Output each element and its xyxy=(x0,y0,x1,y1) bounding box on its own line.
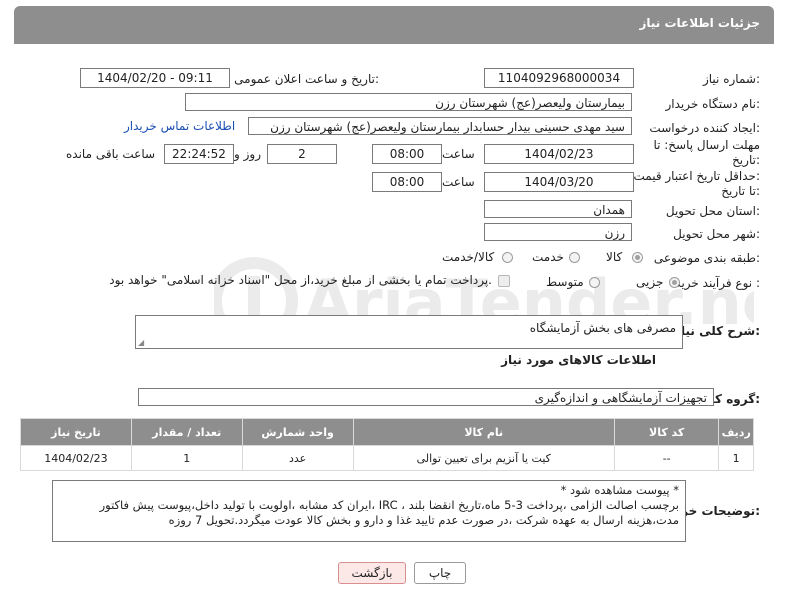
reply-time-field: 08:00 xyxy=(372,144,442,164)
category-option-service: خدمت xyxy=(532,250,564,264)
buyer-notes-textarea: * پیوست مشاهده شود * ایران کد مشابه ،اول… xyxy=(52,480,686,542)
col-header-name: نام کالا xyxy=(352,418,615,446)
creator-label: ایجاد کننده درخواست: xyxy=(649,121,760,135)
category-radio-goods-service[interactable] xyxy=(502,252,513,263)
province-label: استان محل تحویل: xyxy=(665,204,760,218)
cell-code: -- xyxy=(613,445,720,471)
col-header-code: کد کالا xyxy=(613,418,720,446)
price-deadline-label-2: تا تاریخ: xyxy=(721,184,760,198)
buyer-notes-line-2: ایران کد مشابه ،اولویت با تولید داخل،پیو… xyxy=(99,498,679,512)
days-label: روز و xyxy=(234,147,261,161)
category-option-goods: کالا xyxy=(606,250,623,264)
treasury-payment-checkbox[interactable] xyxy=(498,275,510,287)
col-header-need-date: تاریخ نیاز xyxy=(20,418,132,446)
print-button[interactable]: چاپ xyxy=(414,562,466,584)
description-label: شرح کلی نیاز: xyxy=(674,324,760,338)
col-header-row-number: ردیف xyxy=(718,418,754,446)
category-option-goods-service: کالا/خدمت xyxy=(442,250,495,264)
process-option-minor: جزیی xyxy=(636,275,664,289)
reply-deadline-label: مهلت ارسال پاسخ: تا xyxy=(653,138,760,152)
process-type-label: نوع فرآیند خرید : xyxy=(675,276,760,290)
days-remaining-field: 2 xyxy=(267,144,337,164)
cell-unit: عدد xyxy=(241,445,354,471)
announce-datetime-label: تاریخ و ساعت اعلان عمومی: xyxy=(234,72,379,86)
back-button[interactable]: بازگشت xyxy=(338,562,406,584)
col-header-unit: واحد شمارش xyxy=(241,418,354,446)
panel-header: جزئیات اطلاعات نیاز xyxy=(14,6,774,44)
description-textarea: مصرفی های بخش آزمایشگاه ◢ xyxy=(135,315,683,349)
category-radio-service[interactable] xyxy=(569,252,580,263)
price-deadline-label: حداقل تاریخ اعتبار قیمت: xyxy=(633,169,760,183)
resize-grip-icon: ◢ xyxy=(138,338,145,347)
cell-need-date: 1404/02/23 xyxy=(20,445,132,471)
city-field: رزن xyxy=(484,223,632,241)
buyer-org-label: نام دستگاه خریدار: xyxy=(665,97,761,111)
description-text: مصرفی های بخش آزمایشگاه xyxy=(529,321,676,335)
need-number-field: 1104092968000034 xyxy=(484,68,634,88)
reply-deadline-label-2: تاریخ: xyxy=(732,153,760,167)
reply-date-field: 1404/02/23 xyxy=(484,144,634,164)
price-time-label: ساعت xyxy=(442,175,475,189)
province-field: همدان xyxy=(484,200,632,218)
announce-datetime-field: 1404/02/20 - 09:11 xyxy=(80,68,230,88)
need-number-label: شماره نیاز: xyxy=(702,72,760,86)
price-time-field: 08:00 xyxy=(372,172,442,192)
category-label: طبقه بندی موضوعی: xyxy=(653,251,760,265)
cell-quantity: 1 xyxy=(130,445,243,471)
need-details-panel: جزئیات اطلاعات نیاز AriaTender.neT شماره… xyxy=(14,6,774,584)
buyer-org-field: بیمارستان ولیعصر(عج) شهرستان رزن xyxy=(185,93,632,111)
panel-title: جزئیات اطلاعات نیاز xyxy=(639,16,760,30)
goods-table: ردیف کد کالا نام کالا واحد شمارش تعداد /… xyxy=(20,418,754,471)
category-radio-goods[interactable] xyxy=(632,252,643,263)
treasury-payment-note: پرداخت تمام یا بخشی از مبلغ خرید،از محل … xyxy=(109,273,492,287)
process-radio-minor[interactable] xyxy=(669,277,680,288)
table-row: 1 -- کیت یا آنزیم برای تعیین توالی عدد 1… xyxy=(20,445,754,471)
price-date-field: 1404/03/20 xyxy=(484,172,634,192)
buyer-notes-line-3: مدت،هزینه ارسال به عهده شرکت ،در صورت عد… xyxy=(168,513,679,527)
buyer-notes-line-1: * پیوست مشاهده شود * xyxy=(560,483,679,497)
reply-time-label: ساعت xyxy=(442,147,475,161)
cell-name: کیت یا آنزیم برای تعیین توالی xyxy=(352,445,615,471)
city-label: شهر محل تحویل: xyxy=(673,227,760,241)
time-remaining-field: 22:24:52 xyxy=(164,144,234,164)
cell-row-number: 1 xyxy=(718,445,754,471)
table-header-row: ردیف کد کالا نام کالا واحد شمارش تعداد /… xyxy=(20,418,754,446)
buyer-contact-link[interactable]: اطلاعات تماس خریدار xyxy=(124,119,235,133)
goods-section-title: اطلاعات کالاهای مورد نیاز xyxy=(501,353,656,367)
process-radio-medium[interactable] xyxy=(589,277,600,288)
col-header-quantity: تعداد / مقدار xyxy=(130,418,243,446)
process-option-medium: متوسط xyxy=(546,275,584,289)
time-remaining-label: ساعت باقی مانده xyxy=(66,147,156,161)
goods-group-field: تجهیزات آزمایشگاهی و اندازه‌گیری xyxy=(138,388,714,406)
creator-field: سید مهدی حسینی بیدار حسابدار بیمارستان و… xyxy=(248,117,632,135)
